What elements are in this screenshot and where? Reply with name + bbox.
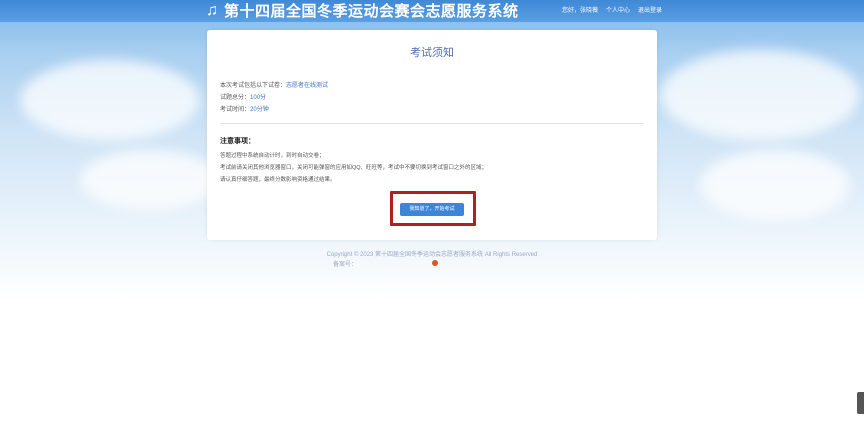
notice-item: 答题过程中系统自动计时，到时自动交卷； (220, 153, 325, 159)
notice-title: 注意事项： (220, 138, 255, 145)
background-cloud (80, 150, 220, 210)
score-label: 试题总分： (220, 95, 251, 101)
top-header-bar: ♫ 第十四届全国冬季运动会赛会志愿服务系统 您好，张晓薇 个人中心 退出登录 (0, 0, 864, 22)
notice-item: 考试前请关闭其他浏览器窗口，关闭可能弹窗的应用如QQ、旺旺等，考试中不要切换到考… (220, 165, 488, 171)
page-title: 考试须知 (410, 47, 454, 59)
time-label: 考试时间： (220, 107, 251, 113)
score-value: 100分 (250, 95, 267, 101)
score-info: 试题总分：100分 (220, 92, 266, 101)
paper-value: 志愿者在线测试 (286, 83, 329, 89)
site-title: 第十四届全国冬季运动会赛会志愿服务系统 (224, 2, 519, 20)
paper-info: 本次考试包括以下试卷：志愿者在线测试 (220, 80, 328, 89)
start-exam-button[interactable]: 我知道了，开始考试 (400, 203, 464, 216)
side-feedback-tab[interactable] (857, 392, 864, 414)
time-info: 考试时间：20分钟 (220, 104, 269, 113)
police-badge-icon (432, 260, 438, 266)
background-cloud (660, 50, 860, 140)
footer-icp[interactable]: 备案号： (333, 259, 357, 268)
header-nav: 您好，张晓薇 个人中心 退出登录 (562, 5, 662, 17)
background-cloud (20, 60, 200, 140)
nav-logout-link[interactable]: 退出登录 (638, 5, 662, 17)
footer-copyright: Copyright © 2023 第十四届全国冬季运动会志愿者服务系统 All … (326, 252, 538, 258)
nav-greeting: 您好，张晓薇 (562, 8, 599, 14)
notice-item: 请认真仔细答题，最终分数影响资格通过结果。 (220, 177, 336, 183)
nav-personal-center-link[interactable]: 个人中心 (606, 5, 630, 17)
exam-notice-card: 考试须知 本次考试包括以下试卷：志愿者在线测试 试题总分：100分 考试时间：2… (207, 30, 657, 240)
divider (220, 123, 644, 124)
paper-label: 本次考试包括以下试卷： (220, 83, 287, 89)
background-cloud (700, 150, 850, 220)
logo-icon: ♫ (206, 2, 218, 19)
time-value: 20分钟 (250, 107, 269, 113)
